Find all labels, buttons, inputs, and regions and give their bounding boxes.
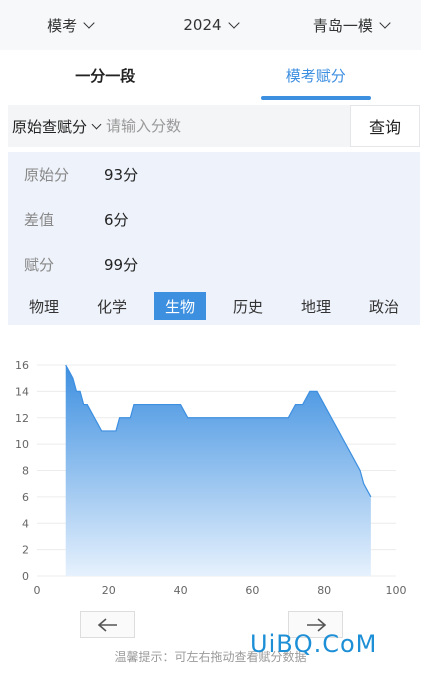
result-value: 6分: [104, 211, 129, 229]
y-tick-label: 6: [22, 491, 29, 504]
result-label: 赋分: [24, 256, 55, 274]
subject-tab-chemistry[interactable]: 化学: [86, 292, 138, 320]
y-tick-label: 0: [22, 570, 29, 583]
result-row-raw: 原始分 93分: [8, 152, 420, 197]
chevron-down-icon: [227, 16, 240, 29]
filter-bar: 模考 2024 青岛一模: [0, 0, 421, 50]
result-label: 差值: [24, 211, 55, 229]
y-tick-label: 12: [15, 412, 29, 425]
x-tick-label: 80: [317, 584, 331, 597]
y-tick-label: 10: [15, 438, 29, 451]
tab-score-distribution[interactable]: 一分一段: [0, 50, 211, 100]
prev-button[interactable]: [80, 611, 135, 638]
subject-tab-geography[interactable]: 地理: [290, 292, 342, 320]
result-row-assigned: 赋分 99分: [8, 242, 420, 287]
y-tick-label: 16: [15, 359, 29, 372]
x-tick-label: 0: [34, 584, 41, 597]
result-value: 99分: [104, 256, 139, 274]
filter-exam-name[interactable]: 青岛一模: [281, 15, 421, 36]
result-row-diff: 差值 6分: [8, 197, 420, 242]
result-value: 93分: [104, 166, 139, 184]
result-panel: 原始分 93分 差值 6分 赋分 99分: [8, 152, 420, 287]
filter-year[interactable]: 2024: [140, 16, 280, 34]
tab-mock-assigned-score[interactable]: 模考赋分: [211, 50, 421, 100]
subject-tabs: 物理 化学 生物 历史 地理 政治: [8, 287, 420, 325]
filter-exam-type[interactable]: 模考: [0, 15, 140, 36]
filter-year-label: 2024: [183, 16, 222, 34]
arrow-left-icon: [97, 617, 117, 632]
chevron-down-icon: [379, 16, 391, 29]
result-label: 原始分: [24, 166, 70, 184]
filter-exam-name-label: 青岛一模: [312, 16, 373, 35]
subject-tab-politics[interactable]: 政治: [358, 292, 410, 320]
y-tick-label: 4: [22, 517, 29, 530]
subject-tab-history[interactable]: 历史: [222, 292, 274, 320]
x-tick-label: 60: [245, 584, 259, 597]
score-area-chart[interactable]: 0 2 4 6 8 10 12 14 16 0 20 40 60 80 100: [0, 350, 421, 605]
x-tick-label: 40: [174, 584, 188, 597]
query-type-select[interactable]: 原始查赋分: [8, 116, 102, 137]
watermark: UiBQ.CoM: [250, 630, 378, 658]
x-tick-label: 20: [102, 584, 116, 597]
y-tick-label: 8: [22, 465, 29, 478]
query-type-label: 原始查赋分: [12, 117, 88, 136]
filter-exam-type-label: 模考: [47, 16, 78, 35]
y-tick-label: 14: [15, 385, 29, 398]
y-tick-label: 2: [22, 544, 29, 557]
subject-tab-biology[interactable]: 生物: [154, 292, 206, 320]
query-bar: 原始查赋分 查询: [8, 105, 420, 147]
chevron-down-icon: [83, 16, 95, 29]
subject-tab-physics[interactable]: 物理: [18, 292, 70, 320]
query-button[interactable]: 查询: [350, 105, 420, 147]
score-input[interactable]: [100, 117, 350, 135]
tab-bar: 一分一段 模考赋分: [0, 50, 421, 100]
score-area-series: [65, 365, 371, 576]
x-tick-label: 100: [386, 584, 407, 597]
